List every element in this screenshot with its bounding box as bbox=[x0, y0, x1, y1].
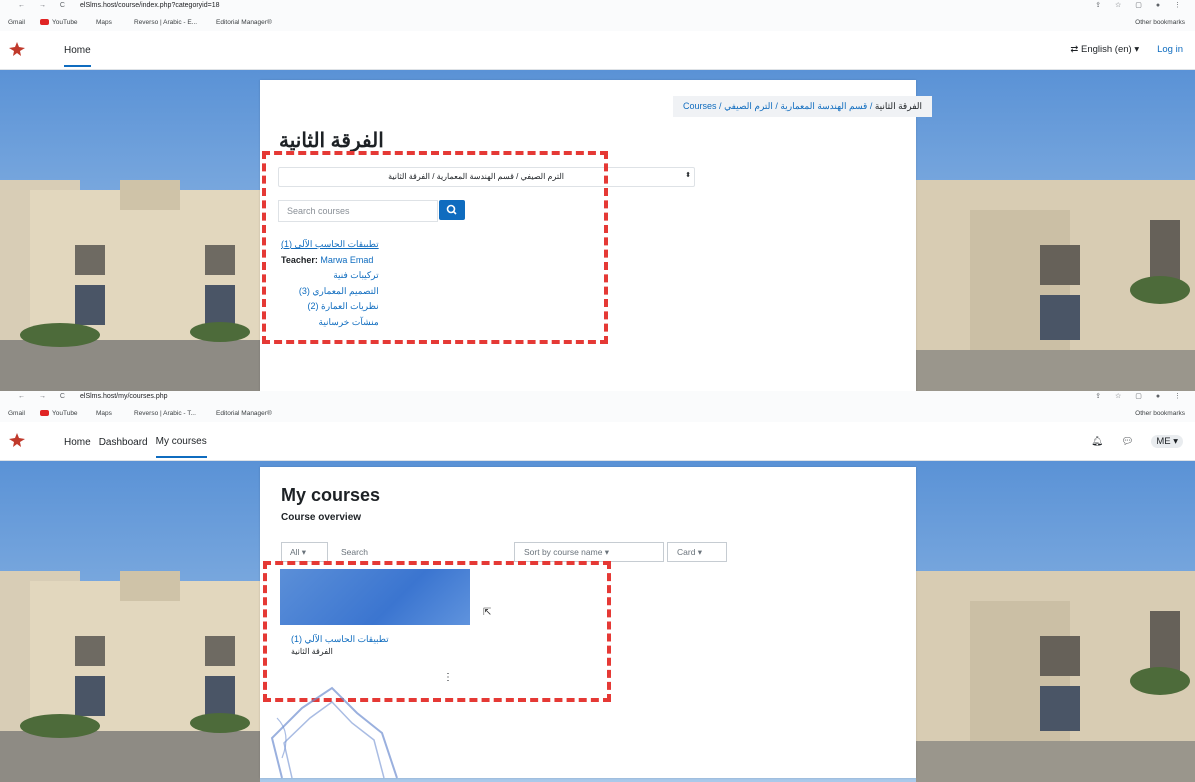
bookmark-reverso[interactable]: Reverso | Arabic - T... bbox=[134, 410, 196, 417]
bookmark-gmail[interactable]: Gmail bbox=[8, 410, 25, 417]
browser-toolbar-icons[interactable]: ⇪ ☆ ▢ ● ⋮ bbox=[1095, 1, 1187, 9]
nav-home[interactable]: Home bbox=[64, 426, 91, 457]
moodle-navbar: Home ⇄ English (en) ▾ Log in bbox=[0, 31, 1195, 70]
screenshot-category-page: ← → C elSlms.host/course/index.php?categ… bbox=[0, 0, 1195, 391]
language-label: English (en) ▾ bbox=[1081, 44, 1140, 55]
browser-nav-icons[interactable]: ← → C bbox=[18, 2, 71, 9]
user-menu[interactable]: ME ▾ bbox=[1151, 435, 1183, 448]
filter-all-dropdown[interactable]: All ▾ bbox=[281, 542, 328, 562]
language-icon: ⇄ bbox=[1070, 44, 1081, 55]
nav-my-courses[interactable]: My courses bbox=[155, 425, 207, 458]
search-input[interactable]: Search bbox=[331, 542, 511, 562]
page-title: الفرقة الثانية bbox=[279, 130, 384, 152]
sort-dropdown[interactable]: Sort by course name ▾ bbox=[514, 542, 664, 562]
browser-toolbar-icons[interactable]: ⇪ ☆ ▢ ● ⋮ bbox=[1095, 392, 1187, 400]
language-menu[interactable]: ⇄ English (en) ▾ bbox=[1070, 44, 1139, 55]
url-text[interactable]: elSlms.host/my/courses.php bbox=[80, 393, 168, 400]
view-dropdown[interactable]: Card ▾ bbox=[667, 542, 727, 562]
breadcrumb-separator: / bbox=[867, 101, 875, 111]
breadcrumb: الفرقة الثانية / قسم الهندسة المعمارية /… bbox=[673, 96, 932, 117]
navbar-right: 🔔︎ 💬︎ ME ▾ bbox=[1091, 435, 1183, 448]
nav-home[interactable]: Home bbox=[64, 34, 91, 67]
bookmark-youtube-label: YouTube bbox=[52, 19, 78, 26]
filter-all-label: All ▾ bbox=[290, 547, 307, 557]
search-placeholder: Search bbox=[341, 547, 368, 557]
official-stamp-icon bbox=[270, 686, 398, 779]
bookmark-maps[interactable]: Maps bbox=[96, 410, 112, 417]
other-bookmarks[interactable]: Other bookmarks bbox=[1135, 19, 1185, 26]
bookmark-editorial-manager[interactable]: Editorial Manager® bbox=[216, 410, 272, 417]
browser-nav-icons[interactable]: ← → C bbox=[18, 393, 71, 400]
notification-bell-icon[interactable]: 🔔︎ bbox=[1091, 436, 1103, 447]
primary-navigation: Home Dashboard My courses bbox=[64, 422, 207, 460]
breadcrumb-separator: / bbox=[716, 101, 725, 111]
other-bookmarks[interactable]: Other bookmarks bbox=[1135, 410, 1185, 417]
course-overview-heading: Course overview bbox=[281, 512, 362, 523]
bookmarks-bar: Gmail YouTube Maps Reverso | Arabic - T.… bbox=[0, 405, 1195, 423]
breadcrumb-link-department[interactable]: قسم الهندسة المعمارية bbox=[780, 101, 867, 111]
browser-address-bar: ← → C elSlms.host/my/courses.php ⇪ ☆ ▢ ●… bbox=[0, 391, 1195, 405]
highlight-box bbox=[262, 151, 608, 344]
url-text[interactable]: elSlms.host/course/index.php?categoryid=… bbox=[80, 2, 220, 9]
bookmark-gmail[interactable]: Gmail bbox=[8, 19, 25, 26]
bookmark-youtube[interactable]: YouTube bbox=[40, 19, 78, 26]
moodle-navbar: Home Dashboard My courses 🔔︎ 💬︎ ME ▾ bbox=[0, 422, 1195, 461]
site-logo-icon[interactable] bbox=[9, 433, 25, 447]
view-label: Card ▾ bbox=[677, 547, 703, 557]
bookmark-editorial-manager[interactable]: Editorial Manager® bbox=[216, 19, 272, 26]
bookmark-youtube-label: YouTube bbox=[52, 410, 78, 417]
breadcrumb-current: الفرقة الثانية bbox=[874, 101, 922, 111]
browser-address-bar: ← → C elSlms.host/course/index.php?categ… bbox=[0, 0, 1195, 14]
site-logo-icon[interactable] bbox=[9, 42, 25, 56]
select-arrow-icon: ⬍ bbox=[685, 172, 691, 179]
primary-navigation: Home bbox=[64, 31, 91, 69]
bookmark-maps[interactable]: Maps bbox=[96, 19, 112, 26]
nav-dashboard[interactable]: Dashboard bbox=[99, 426, 148, 457]
navbar-right: ⇄ English (en) ▾ Log in bbox=[1070, 44, 1183, 55]
messages-icon[interactable]: 💬︎ bbox=[1121, 436, 1133, 447]
youtube-icon bbox=[40, 19, 49, 26]
bookmark-reverso[interactable]: Reverso | Arabic - E... bbox=[134, 19, 197, 26]
bookmarks-bar: Gmail YouTube Maps Reverso | Arabic - E.… bbox=[0, 14, 1195, 32]
bookmark-youtube[interactable]: YouTube bbox=[40, 410, 78, 417]
sort-label: Sort by course name ▾ bbox=[524, 547, 610, 557]
breadcrumb-link-term[interactable]: الترم الصيفي bbox=[724, 101, 773, 111]
page-title: My courses bbox=[281, 485, 381, 505]
login-link[interactable]: Log in bbox=[1157, 44, 1183, 55]
youtube-icon bbox=[40, 410, 49, 417]
breadcrumb-link-courses[interactable]: Courses bbox=[683, 101, 717, 111]
